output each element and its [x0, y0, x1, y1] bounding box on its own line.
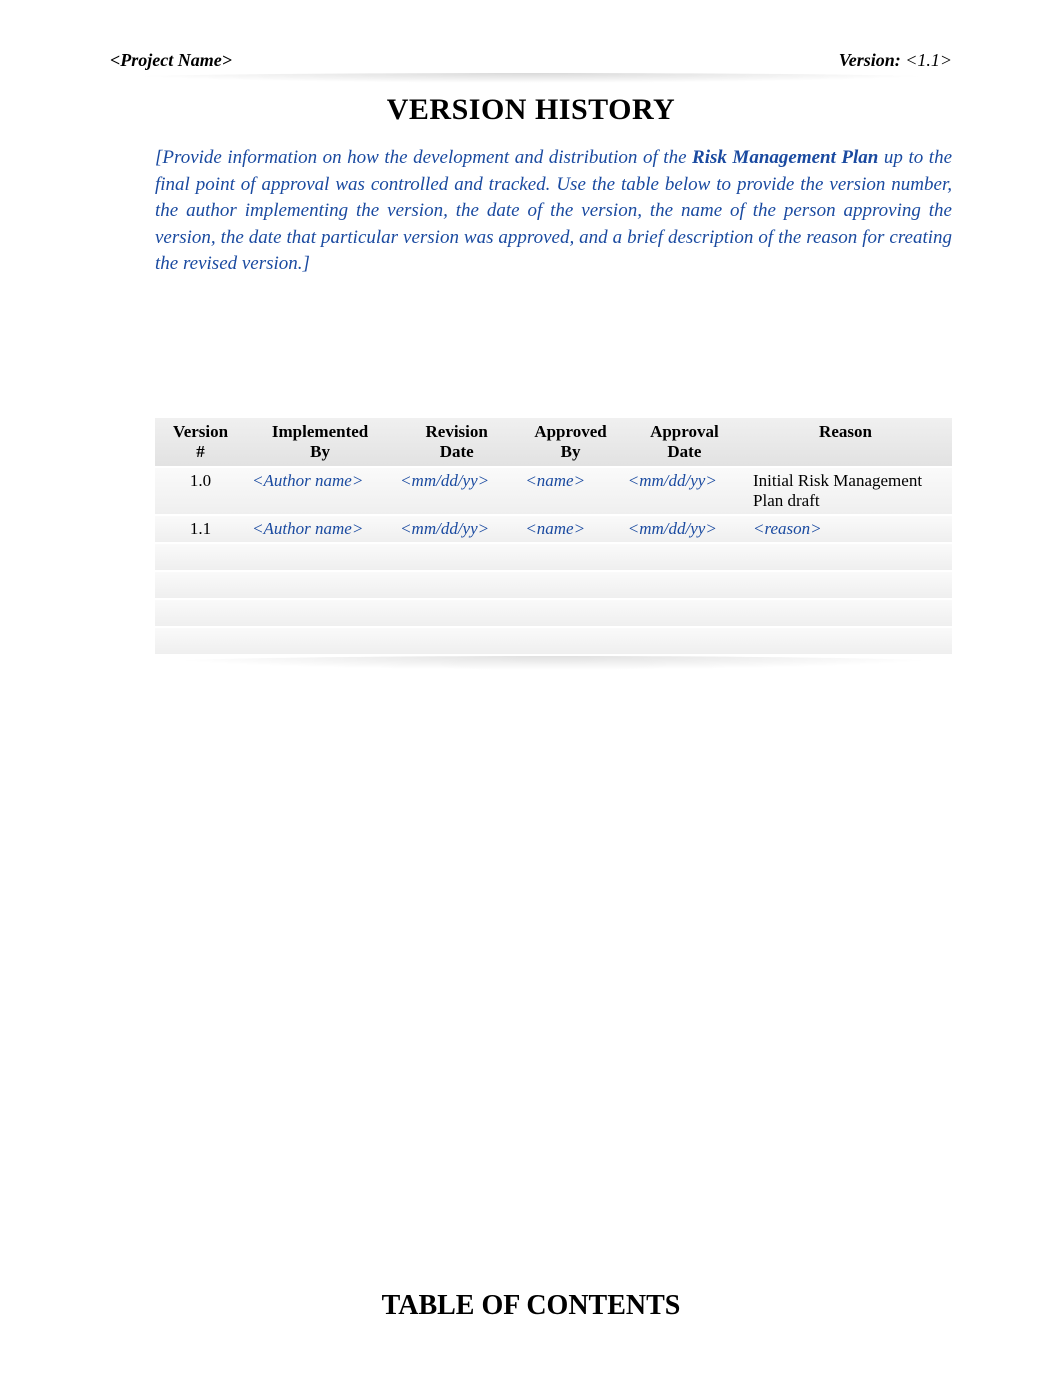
- table-header-row: Version # Implemented By Revision Date A…: [155, 418, 952, 467]
- instruction-bold: Risk Management Plan: [692, 147, 878, 168]
- cell-approval-date-text: <mm/dd/yy>: [628, 471, 717, 490]
- cell-approval-date: <mm/dd/yy>: [622, 467, 747, 515]
- th-revision-date: Revision Date: [394, 418, 519, 467]
- cell-reason: <reason>: [747, 515, 952, 543]
- empty-cell: [519, 543, 621, 571]
- empty-cell: [155, 627, 246, 655]
- table-body: 1.0 <Author name> <mm/dd/yy> <name> <mm/dd/y…: [155, 467, 952, 655]
- header-divider-shadow: [108, 73, 954, 83]
- th-approval-date-text: Approval Date: [650, 422, 719, 461]
- cell-revision-date-text: <mm/dd/yy>: [400, 519, 489, 538]
- th-reason-text: Reason: [819, 422, 872, 441]
- th-reason: Reason: [747, 418, 952, 467]
- cell-version-text: 1.0: [190, 471, 211, 490]
- cell-implemented-by: <Author name>: [246, 467, 394, 515]
- empty-cell: [394, 571, 519, 599]
- cell-implemented-by-text: <Author name>: [252, 471, 363, 490]
- th-revision-date-text: Revision Date: [426, 422, 488, 461]
- empty-cell: [747, 599, 952, 627]
- empty-cell: [246, 627, 394, 655]
- table-bottom-shadow: [151, 656, 956, 670]
- table-row-empty: [155, 599, 952, 627]
- empty-cell: [519, 571, 621, 599]
- empty-cell: [747, 627, 952, 655]
- table-row-empty: [155, 543, 952, 571]
- empty-cell: [394, 543, 519, 571]
- table-row-empty: [155, 571, 952, 599]
- version-history-table-wrap: Version # Implemented By Revision Date A…: [155, 418, 952, 670]
- project-name: <Project Name>: [110, 50, 232, 71]
- cell-revision-date-text: <mm/dd/yy>: [400, 471, 489, 490]
- empty-cell: [394, 627, 519, 655]
- cell-reason-text: Initial Risk Management Plan draft: [753, 471, 922, 510]
- empty-cell: [622, 571, 747, 599]
- cell-reason: Initial Risk Management Plan draft: [747, 467, 952, 515]
- cell-revision-date: <mm/dd/yy>: [394, 467, 519, 515]
- cell-reason-text: <reason>: [753, 519, 822, 538]
- version-value: <1.1>: [905, 50, 952, 70]
- empty-cell: [155, 599, 246, 627]
- cell-version: 1.1: [155, 515, 246, 543]
- empty-cell: [622, 599, 747, 627]
- instruction-part1: [Provide information on how the developm…: [155, 147, 692, 168]
- empty-cell: [622, 627, 747, 655]
- empty-cell: [622, 543, 747, 571]
- cell-implemented-by: <Author name>: [246, 515, 394, 543]
- cell-approved-by-text: <name>: [525, 519, 585, 538]
- th-approval-date: Approval Date: [622, 418, 747, 467]
- instruction-text: [Provide information on how the developm…: [155, 145, 952, 278]
- empty-cell: [155, 571, 246, 599]
- version-block: Version: <1.1>: [839, 50, 952, 71]
- empty-cell: [246, 543, 394, 571]
- table-row-empty: [155, 627, 952, 655]
- th-implemented-by: Implemented By: [246, 418, 394, 467]
- empty-cell: [519, 599, 621, 627]
- cell-version: 1.0: [155, 467, 246, 515]
- page-container: <Project Name> Version: <1.1> VERSION HI…: [0, 0, 1062, 1342]
- version-label: Version:: [839, 50, 901, 70]
- th-version: Version #: [155, 418, 246, 467]
- header-row: <Project Name> Version: <1.1>: [110, 50, 952, 71]
- empty-cell: [747, 571, 952, 599]
- empty-cell: [747, 543, 952, 571]
- th-version-text: Version #: [173, 422, 228, 461]
- page-title: VERSION HISTORY: [110, 93, 952, 127]
- toc-title: TABLE OF CONTENTS: [110, 1290, 952, 1322]
- empty-cell: [155, 543, 246, 571]
- th-approved-by: Approved By: [519, 418, 621, 467]
- cell-approved-by-text: <name>: [525, 471, 585, 490]
- cell-version-text: 1.1: [190, 519, 211, 538]
- table-row: 1.0 <Author name> <mm/dd/yy> <name> <mm/dd/y…: [155, 467, 952, 515]
- th-implemented-by-text: Implemented By: [272, 422, 368, 461]
- cell-approved-by: <name>: [519, 467, 621, 515]
- empty-cell: [519, 627, 621, 655]
- empty-cell: [246, 571, 394, 599]
- cell-implemented-by-text: <Author name>: [252, 519, 363, 538]
- cell-revision-date: <mm/dd/yy>: [394, 515, 519, 543]
- empty-cell: [394, 599, 519, 627]
- table-row: 1.1 <Author name> <mm/dd/yy> <name> <mm/dd/y…: [155, 515, 952, 543]
- version-history-table: Version # Implemented By Revision Date A…: [155, 418, 952, 656]
- cell-approval-date: <mm/dd/yy>: [622, 515, 747, 543]
- th-approved-by-text: Approved By: [534, 422, 606, 461]
- cell-approved-by: <name>: [519, 515, 621, 543]
- cell-approval-date-text: <mm/dd/yy>: [628, 519, 717, 538]
- empty-cell: [246, 599, 394, 627]
